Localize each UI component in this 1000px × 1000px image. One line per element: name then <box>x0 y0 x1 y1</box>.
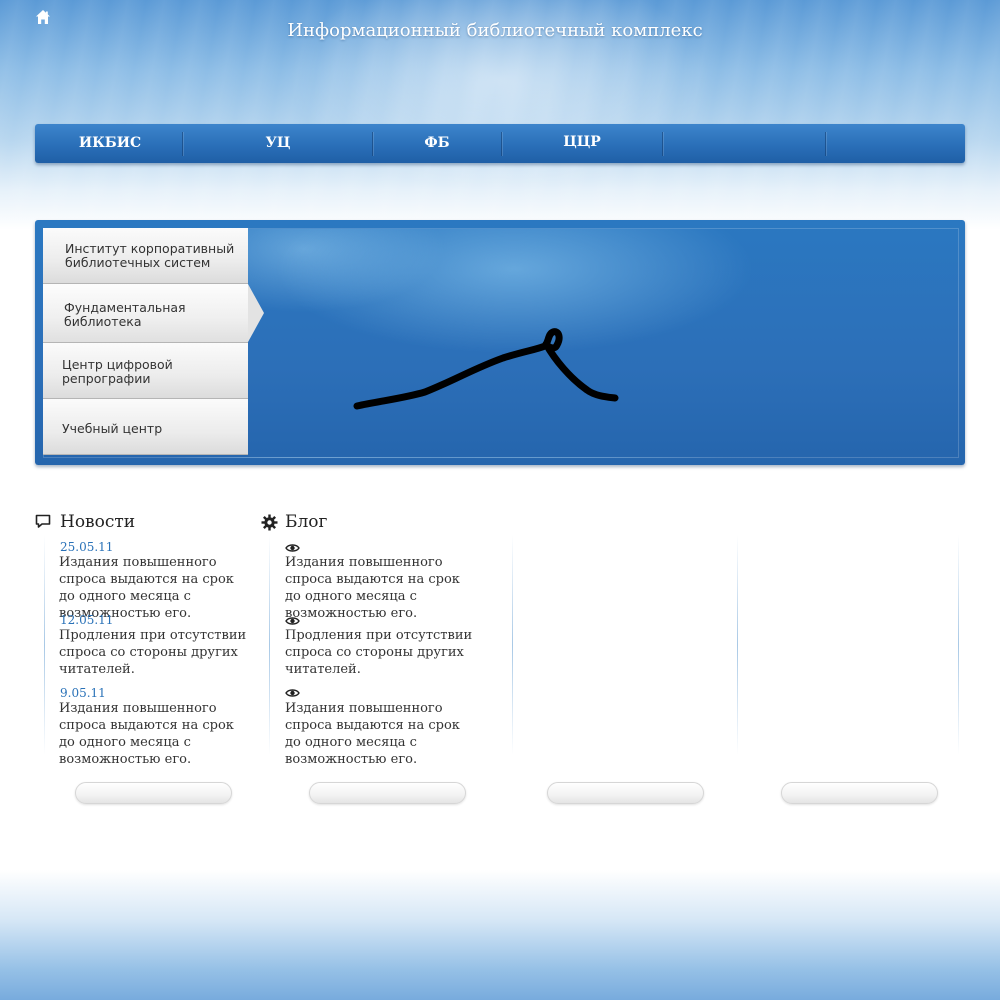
site-title: Информационный библиотечный комплекс <box>287 20 703 41</box>
news-title: Новости <box>60 512 136 532</box>
slider-tab-label: Центр цифровой репрографии <box>62 357 173 386</box>
eye-icon[interactable] <box>285 688 300 698</box>
eye-icon[interactable] <box>285 543 300 553</box>
slider-tab-label: Фундаментальная библиотека <box>64 300 186 329</box>
more-button[interactable] <box>781 782 938 804</box>
blog-text: Издания повышенного спроса выдаются на с… <box>285 555 460 621</box>
footer-background <box>0 870 1000 1000</box>
nav-item-ikbis[interactable]: ИКБИС <box>35 124 185 163</box>
speech-bubble-icon <box>35 514 51 528</box>
column-divider <box>958 535 959 755</box>
more-button[interactable] <box>309 782 466 804</box>
active-tab-arrow <box>248 284 264 342</box>
eye-icon[interactable] <box>285 616 300 626</box>
news-text: Издания повышенного спроса выдаются на с… <box>59 701 234 767</box>
nav-item-empty-1[interactable] <box>663 124 825 163</box>
more-button[interactable] <box>75 782 232 804</box>
column-divider <box>737 535 738 755</box>
blog-text: Продления при отсутствии спроса со сторо… <box>285 628 473 677</box>
news-date[interactable]: 9.05.11 <box>60 686 106 700</box>
nav-item-fb[interactable]: ФБ <box>373 124 501 163</box>
column-divider <box>44 535 45 755</box>
blog-text: Издания повышенного спроса выдаются на с… <box>285 701 460 767</box>
news-text: Издания повышенного спроса выдаются на с… <box>59 555 234 621</box>
slider-tab-ikbis[interactable]: Институт корпоративный библиотечных сист… <box>43 228 248 284</box>
slider-tab-fb-active[interactable]: Фундаментальная библиотека <box>43 284 264 343</box>
nav-item-ccr[interactable]: ЦЦР <box>502 124 662 163</box>
slider-tab-label: Учебный центр <box>62 421 163 436</box>
news-text: Продления при отсутствии спроса со сторо… <box>59 628 247 677</box>
news-date[interactable]: 25.05.11 <box>60 540 113 554</box>
more-button[interactable] <box>547 782 704 804</box>
top-navigation: ИКБИС УЦ ФБ ЦЦР <box>35 124 965 163</box>
column-divider <box>269 535 270 755</box>
slider-tab-uc[interactable]: Учебный центр <box>43 399 248 455</box>
column-divider <box>512 535 513 755</box>
news-date[interactable]: 12.05.11 <box>60 613 113 627</box>
nav-item-uc[interactable]: УЦ <box>183 124 373 163</box>
gear-icon <box>261 514 278 531</box>
slider-tab-ccr[interactable]: Центр цифровой репрографии <box>43 343 248 399</box>
slider-tab-label: Институт корпоративный библиотечных сист… <box>65 241 235 270</box>
nav-item-empty-2[interactable] <box>826 124 965 163</box>
blog-title: Блог <box>285 512 328 532</box>
